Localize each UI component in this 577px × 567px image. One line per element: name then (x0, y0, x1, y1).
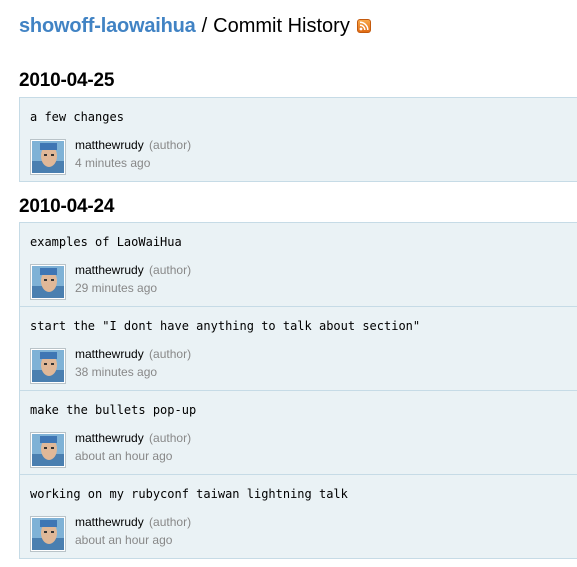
avatar[interactable] (30, 264, 66, 300)
author-line: matthewrudy (author) (75, 515, 191, 529)
commit-item: make the bullets pop-up matthewrudy (aut… (20, 391, 577, 475)
author-role: (author) (149, 138, 192, 152)
avatar[interactable] (30, 348, 66, 384)
author-line: matthewrudy (author) (75, 138, 191, 152)
author-role: (author) (149, 347, 192, 361)
commit-item: working on my rubyconf taiwan lightning … (20, 475, 577, 559)
commit-message[interactable]: examples of LaoWaiHua (30, 235, 182, 249)
avatar[interactable] (30, 139, 66, 175)
breadcrumb-separator: / (201, 14, 208, 37)
author-name[interactable]: matthewrudy (75, 347, 144, 361)
commit-item: examples of LaoWaiHua matthewrudy (autho… (20, 223, 577, 307)
author-name[interactable]: matthewrudy (75, 138, 144, 152)
author-line: matthewrudy (author) (75, 263, 191, 277)
page-header: showoff-laowaihua / Commit History (19, 12, 371, 40)
author-line: matthewrudy (author) (75, 431, 191, 445)
author-role: (author) (149, 515, 192, 529)
commit-item: a few changes matthewrudy (author) 4 min… (20, 98, 577, 182)
author-name[interactable]: matthewrudy (75, 515, 144, 529)
avatar[interactable] (30, 516, 66, 552)
repo-name-link[interactable]: showoff-laowaihua (19, 15, 196, 38)
commit-time: about an hour ago (75, 533, 173, 547)
avatar[interactable] (30, 432, 66, 468)
date-heading: 2010-04-24 (19, 196, 115, 217)
page-title: Commit History (213, 14, 350, 37)
author-name[interactable]: matthewrudy (75, 431, 144, 445)
rss-feed-icon[interactable] (356, 19, 371, 33)
date-heading: 2010-04-25 (19, 70, 115, 91)
author-name[interactable]: matthewrudy (75, 263, 144, 277)
commit-list: examples of LaoWaiHua matthewrudy (autho… (19, 222, 577, 559)
commit-item: start the "I dont have anything to talk … (20, 307, 577, 391)
commit-message[interactable]: start the "I dont have anything to talk … (30, 319, 420, 333)
commit-message[interactable]: working on my rubyconf taiwan lightning … (30, 487, 348, 501)
commit-message[interactable]: make the bullets pop-up (30, 403, 196, 417)
author-role: (author) (149, 263, 192, 277)
author-role: (author) (149, 431, 192, 445)
commit-time: 38 minutes ago (75, 365, 158, 379)
commit-time: 29 minutes ago (75, 281, 158, 295)
commit-time: about an hour ago (75, 449, 173, 463)
commit-message[interactable]: a few changes (30, 110, 124, 124)
commit-list: a few changes matthewrudy (author) 4 min… (19, 97, 577, 182)
author-line: matthewrudy (author) (75, 347, 191, 361)
commit-time: 4 minutes ago (75, 156, 151, 170)
